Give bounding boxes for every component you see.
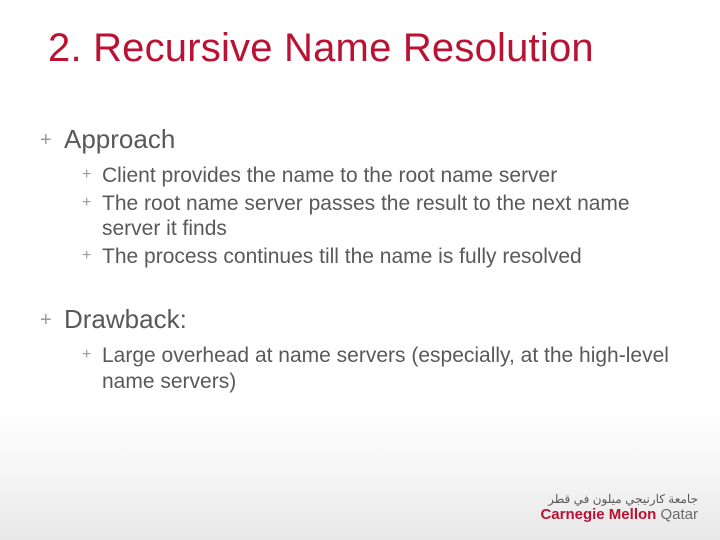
slide: 2. Recursive Name Resolution + Approach …	[0, 0, 720, 540]
plus-icon: +	[40, 129, 64, 152]
logo-cm: Carnegie Mellon	[540, 506, 656, 523]
bullet-item: + Client provides the name to the root n…	[82, 163, 682, 189]
logo-main-text: Carnegie Mellon Qatar	[540, 507, 698, 522]
bullet-item: + The root name server passes the result…	[82, 191, 682, 242]
plus-icon: +	[82, 194, 102, 212]
section-items: + Client provides the name to the root n…	[82, 163, 682, 269]
item-text: The root name server passes the result t…	[102, 191, 682, 242]
item-text: The process continues till the name is f…	[102, 244, 582, 270]
item-text: Large overhead at name servers (especial…	[102, 343, 682, 394]
bullet-item: + Large overhead at name servers (especi…	[82, 343, 682, 394]
slide-title: 2. Recursive Name Resolution	[48, 26, 700, 71]
slide-body: + Approach + Client provides the name to…	[40, 125, 682, 418]
bullet-item: + The process continues till the name is…	[82, 244, 682, 270]
footer-logo: جامعة كارنيجي ميلون في قطر Carnegie Mell…	[540, 493, 698, 522]
section-heading: + Drawback:	[40, 305, 682, 335]
section-heading: + Approach	[40, 125, 682, 155]
heading-text: Drawback:	[64, 305, 187, 335]
plus-icon: +	[82, 247, 102, 265]
logo-qatar: Qatar	[656, 506, 698, 523]
logo-arabic-text: جامعة كارنيجي ميلون في قطر	[540, 493, 698, 505]
item-text: Client provides the name to the root nam…	[102, 163, 557, 189]
plus-icon: +	[40, 309, 64, 332]
section-items: + Large overhead at name servers (especi…	[82, 343, 682, 394]
plus-icon: +	[82, 346, 102, 364]
plus-icon: +	[82, 166, 102, 184]
heading-text: Approach	[64, 125, 175, 155]
